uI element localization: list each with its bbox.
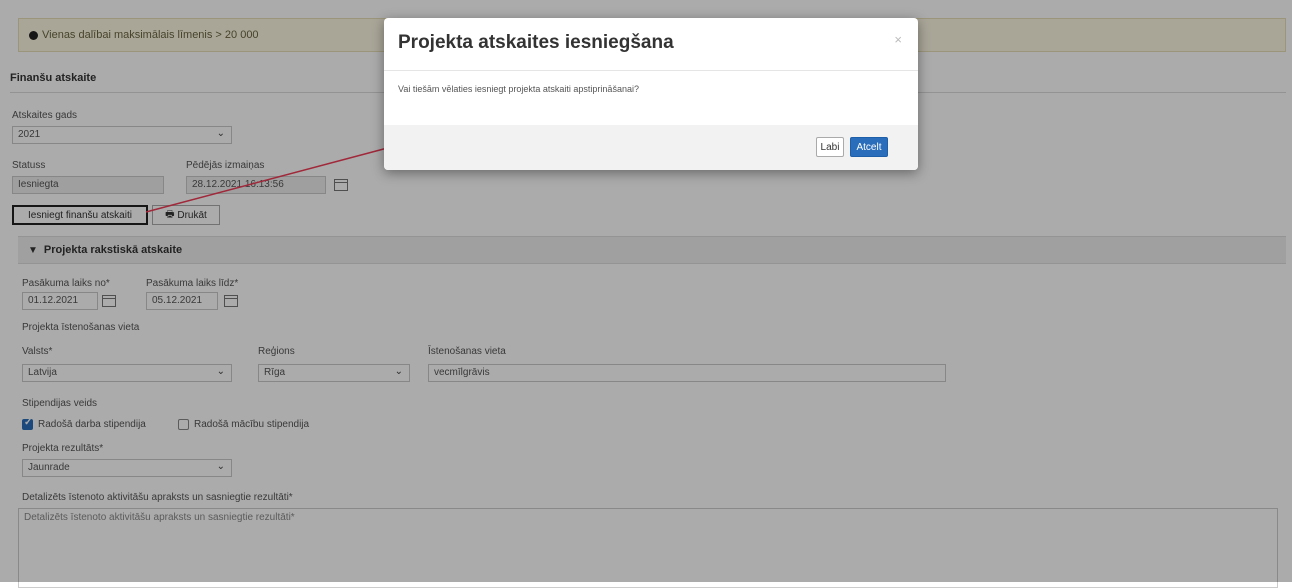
dialog-divider (384, 70, 918, 71)
dialog-footer: Labi Atcelt (384, 125, 918, 170)
cancel-button[interactable]: Labi (816, 137, 844, 157)
confirm-dialog: Projekta atskaites iesniegšana × Vai tie… (384, 18, 918, 170)
dialog-title: Projekta atskaites iesniegšana (398, 32, 674, 53)
confirm-button[interactable]: Atcelt (850, 137, 888, 157)
close-icon[interactable]: × (894, 32, 902, 47)
dialog-message: Vai tiešām vēlaties iesniegt projekta at… (398, 84, 639, 94)
